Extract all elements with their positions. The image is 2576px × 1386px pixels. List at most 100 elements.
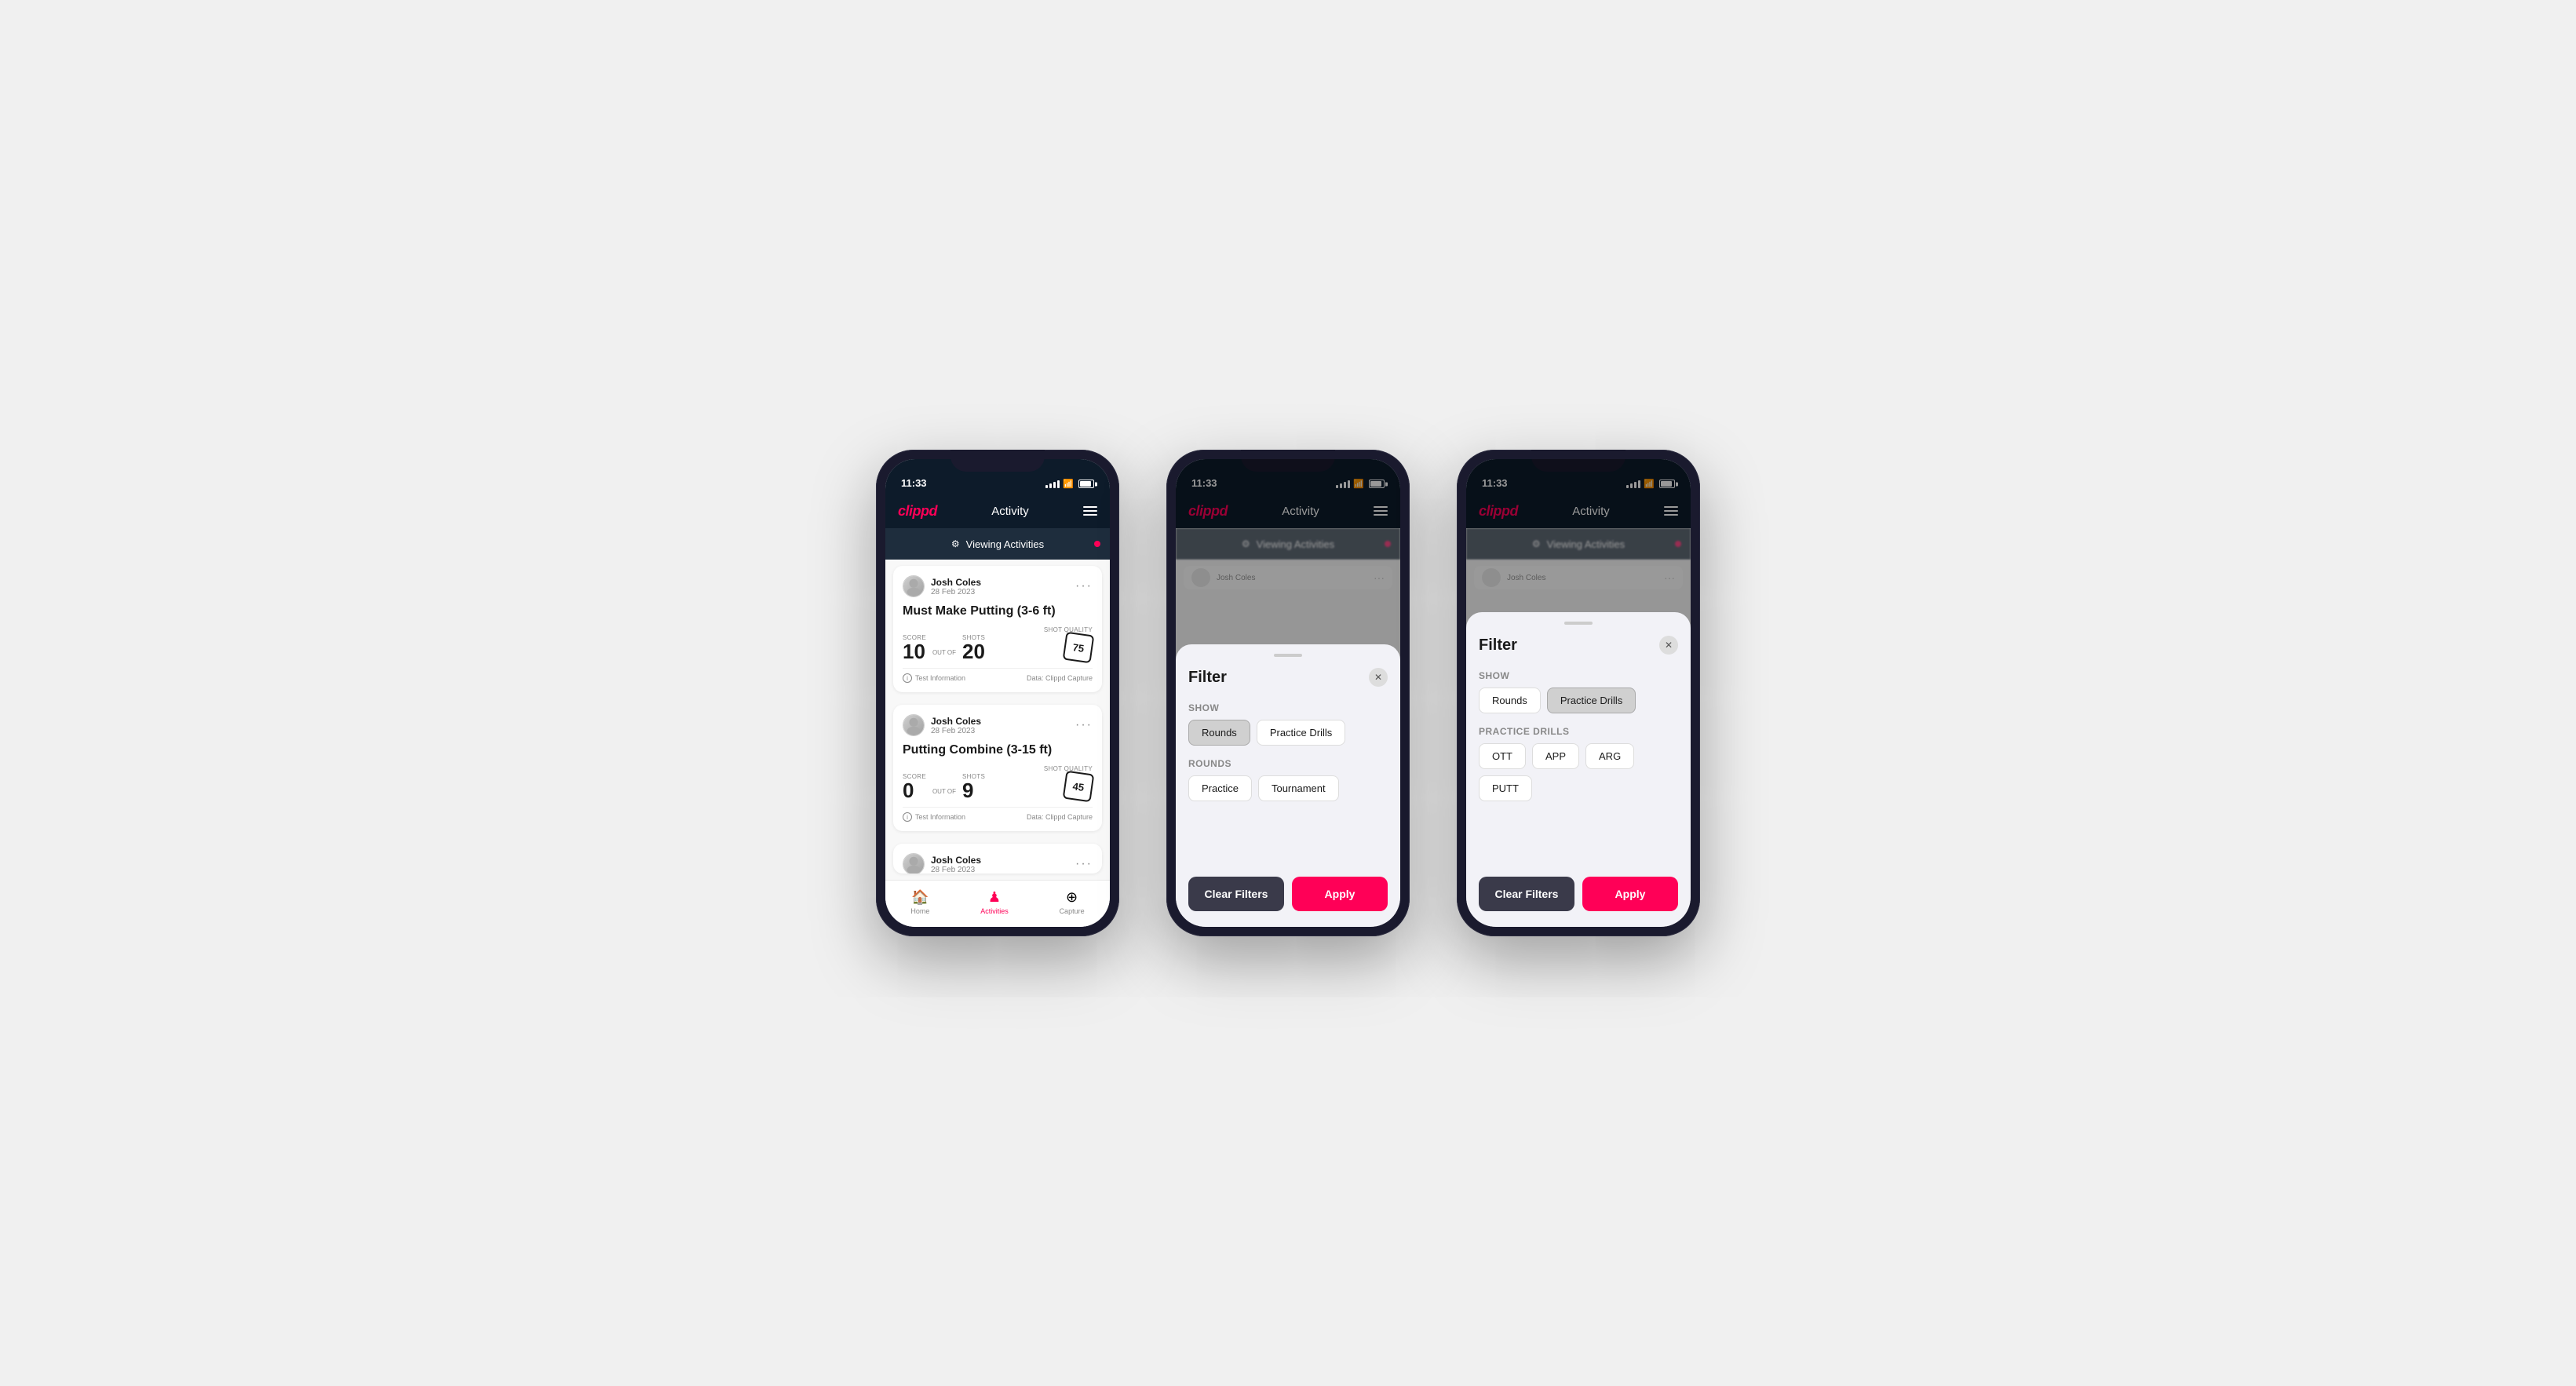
phone-1: 11:33 📶 clippd Activity: [876, 450, 1119, 936]
shots-stat-1: Shots 20: [962, 634, 985, 662]
user-info-1: Josh Coles 28 Feb 2023: [903, 575, 981, 597]
more-options-1[interactable]: ···: [1075, 579, 1093, 593]
footer-info-2: i Test Information: [903, 812, 965, 822]
practice-drills-section-label-3: Practice Drills: [1479, 726, 1678, 737]
user-name-2: Josh Coles: [931, 716, 981, 727]
spacer-modal-3: [1479, 814, 1678, 861]
tournament-btn-2[interactable]: Tournament: [1258, 775, 1339, 801]
user-info-2: Josh Coles 28 Feb 2023: [903, 714, 981, 736]
menu-line-2: [1083, 510, 1097, 512]
signal-bar-2: [1049, 483, 1052, 488]
rounds-section-label-2: Rounds: [1188, 758, 1388, 769]
practice-drills-filter-row-3: OTT APP ARG PUTT: [1479, 743, 1678, 801]
info-circle-1: i: [903, 673, 912, 683]
avatar-img-3: [903, 854, 924, 874]
stats-row-1: Score 10 OUT OF Shots 20 Shot Quality: [903, 626, 1093, 662]
battery-icon-1: [1078, 480, 1094, 488]
avatar-2: [903, 714, 925, 736]
filter-icon-1: ⚙: [951, 538, 960, 549]
score-value-1: 10: [903, 641, 926, 662]
activity-card-2[interactable]: Josh Coles 28 Feb 2023 ··· Putting Combi…: [893, 705, 1102, 831]
activity-card-1[interactable]: Josh Coles 28 Feb 2023 ··· Must Make Put…: [893, 566, 1102, 692]
user-info-3: Josh Coles 28 Feb 2023: [903, 853, 981, 874]
out-of-1: OUT OF: [929, 649, 959, 659]
more-options-3[interactable]: ···: [1075, 857, 1093, 871]
signal-bar-1: [1045, 485, 1048, 488]
filter-modal-3: Filter ✕ Show Rounds Practice Drills Pra…: [1466, 612, 1691, 927]
ott-btn-3[interactable]: OTT: [1479, 743, 1526, 769]
user-date-3: 28 Feb 2023: [931, 866, 981, 874]
notification-dot-1: [1094, 541, 1100, 547]
content-1: Josh Coles 28 Feb 2023 ··· Must Make Put…: [885, 560, 1110, 880]
filter-modal-2: Filter ✕ Show Rounds Practice Drills Rou…: [1176, 644, 1400, 927]
modal-close-2[interactable]: ✕: [1369, 668, 1388, 687]
modal-header-2: Filter ✕: [1188, 668, 1388, 687]
modal-footer-2: Clear Filters Apply: [1188, 877, 1388, 911]
modal-close-3[interactable]: ✕: [1659, 636, 1678, 655]
user-name-1: Josh Coles: [931, 577, 981, 588]
arg-btn-3[interactable]: ARG: [1585, 743, 1634, 769]
rounds-tab-3[interactable]: Rounds: [1479, 688, 1541, 713]
viewing-bar-text-1: Viewing Activities: [966, 538, 1044, 550]
spacer-modal-2: [1188, 814, 1388, 861]
app-logo-1: clippd: [898, 503, 937, 520]
nav-bar-1: clippd Activity: [885, 494, 1110, 528]
apply-btn-2[interactable]: Apply: [1292, 877, 1388, 911]
modal-handle-3: [1564, 622, 1593, 625]
card-header-1: Josh Coles 28 Feb 2023 ···: [903, 575, 1093, 597]
nav-home[interactable]: 🏠 Home: [910, 889, 929, 915]
phone-1-inner: 11:33 📶 clippd Activity: [885, 459, 1110, 927]
shot-quality-badge-2: 45: [1063, 771, 1095, 803]
putt-btn-3[interactable]: PUTT: [1479, 775, 1532, 801]
menu-line-3: [1083, 514, 1097, 516]
score-stat-2: Score 0: [903, 773, 926, 801]
practice-btn-2[interactable]: Practice: [1188, 775, 1252, 801]
phone-3-inner: 11:33 📶 clippd Activity: [1466, 459, 1691, 927]
app-btn-3[interactable]: APP: [1532, 743, 1579, 769]
status-icons-1: 📶: [1045, 479, 1094, 489]
avatar-1: [903, 575, 925, 597]
modal-header-3: Filter ✕: [1479, 636, 1678, 655]
activities-icon: ♟: [988, 889, 1001, 906]
activity-card-3[interactable]: Josh Coles 28 Feb 2023 ···: [893, 844, 1102, 874]
shot-quality-stat-1: Shot Quality 75: [1044, 626, 1093, 662]
card-header-2: Josh Coles 28 Feb 2023 ···: [903, 714, 1093, 736]
capture-label: Capture: [1060, 907, 1085, 915]
practice-drills-tab-3[interactable]: Practice Drills: [1547, 688, 1636, 713]
signal-bar-3: [1053, 482, 1056, 488]
home-label: Home: [910, 907, 929, 915]
capture-icon: ⊕: [1066, 889, 1078, 906]
modal-overlay-3: Filter ✕ Show Rounds Practice Drills Pra…: [1466, 459, 1691, 927]
shot-quality-stat-2: Shot Quality 45: [1044, 765, 1093, 801]
practice-drills-tab-2[interactable]: Practice Drills: [1257, 720, 1345, 746]
user-date-1: 28 Feb 2023: [931, 588, 981, 596]
phones-container: 11:33 📶 clippd Activity: [876, 450, 1700, 936]
hamburger-menu-1[interactable]: [1083, 506, 1097, 516]
signal-bars-1: [1045, 480, 1060, 488]
status-time-1: 11:33: [901, 477, 927, 489]
phone-3: 11:33 📶 clippd Activity: [1457, 450, 1700, 936]
more-options-2[interactable]: ···: [1075, 718, 1093, 732]
phone-2: 11:33 📶 clippd Activity: [1166, 450, 1410, 936]
show-label-3: Show: [1479, 670, 1678, 681]
footer-data-2: Data: Clippd Capture: [1027, 813, 1093, 821]
activity-title-2: Putting Combine (3-15 ft): [903, 742, 1093, 757]
rounds-tab-2[interactable]: Rounds: [1188, 720, 1250, 746]
shots-value-1: 20: [962, 641, 985, 662]
shots-stat-2: Shots 9: [962, 773, 985, 801]
battery-fill-1: [1080, 481, 1091, 487]
clear-filters-btn-3[interactable]: Clear Filters: [1479, 877, 1574, 911]
avatar-3: [903, 853, 925, 874]
show-filter-row-3: Rounds Practice Drills: [1479, 688, 1678, 713]
clear-filters-btn-2[interactable]: Clear Filters: [1188, 877, 1284, 911]
rounds-filter-row-2: Practice Tournament: [1188, 775, 1388, 801]
nav-activities[interactable]: ♟ Activities: [980, 889, 1009, 915]
user-details-2: Josh Coles 28 Feb 2023: [931, 716, 981, 735]
modal-title-2: Filter: [1188, 669, 1227, 687]
score-value-2: 0: [903, 780, 926, 801]
wifi-icon-1: 📶: [1063, 479, 1074, 489]
avatar-img-2: [903, 715, 924, 735]
nav-capture[interactable]: ⊕ Capture: [1060, 889, 1085, 915]
viewing-bar-1[interactable]: ⚙ Viewing Activities: [885, 528, 1110, 560]
apply-btn-3[interactable]: Apply: [1582, 877, 1678, 911]
